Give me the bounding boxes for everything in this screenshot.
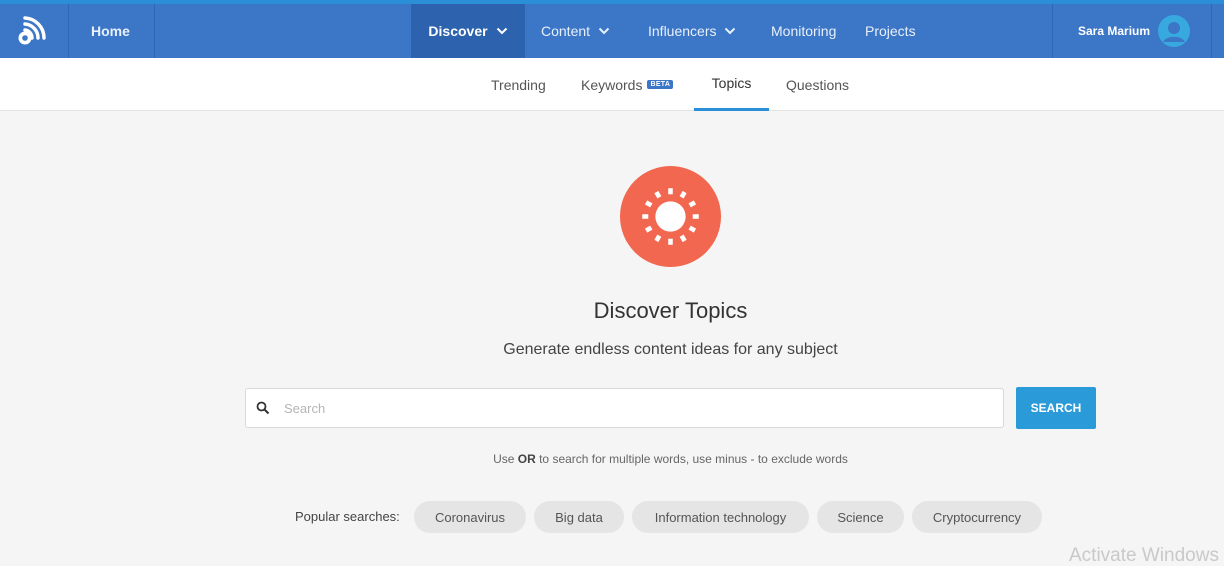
search-hint: Use OR to search for multiple words, use… <box>0 452 1224 466</box>
nav-home[interactable]: Home <box>91 4 130 58</box>
tab-questions[interactable]: Questions <box>786 58 849 111</box>
nav-influencers-label: Influencers <box>648 23 717 39</box>
top-navbar: Home Discover Content Influencers Monito… <box>0 0 1224 58</box>
windows-activation-watermark: Activate Windows <box>1069 545 1219 566</box>
hint-suffix: to search for multiple words, use minus … <box>535 452 848 466</box>
tab-questions-label: Questions <box>786 76 850 93</box>
popular-search-chip[interactable]: Information technology <box>632 501 809 533</box>
nav-projects-label: Projects <box>865 23 916 39</box>
app-logo-icon[interactable] <box>0 4 68 58</box>
nav-monitoring-label: Monitoring <box>771 23 837 39</box>
search-input[interactable] <box>284 389 994 427</box>
nav-projects[interactable]: Projects <box>865 4 916 58</box>
sun-icon <box>620 166 721 267</box>
tab-trending[interactable]: Trending <box>491 58 546 111</box>
tab-trending-label: Trending <box>491 76 546 93</box>
search-box <box>245 388 1004 428</box>
user-name[interactable]: Sara Marium <box>1078 4 1150 58</box>
hint-prefix: Use <box>493 452 518 466</box>
chevron-down-icon <box>725 27 736 35</box>
popular-search-chip[interactable]: Coronavirus <box>414 501 526 533</box>
tab-topics-label: Topics <box>711 75 752 91</box>
sub-navbar: Trending Keywords BETA Topics Questions <box>0 58 1224 111</box>
popular-search-chip[interactable]: Cryptocurrency <box>912 501 1042 533</box>
page-subtitle: Generate endless content ideas for any s… <box>503 341 838 358</box>
nav-home-label: Home <box>91 23 130 39</box>
chevron-down-icon <box>598 27 610 35</box>
avatar-icon[interactable] <box>1158 15 1190 47</box>
nav-discover[interactable]: Discover <box>411 4 525 58</box>
popular-search-chip[interactable]: Big data <box>534 501 624 533</box>
page-title: Discover Topics <box>593 298 748 323</box>
chevron-down-icon <box>496 27 507 35</box>
nav-content-label: Content <box>541 23 591 39</box>
nav-content[interactable]: Content <box>541 4 610 58</box>
tab-topics[interactable]: Topics <box>694 58 769 111</box>
nav-discover-label: Discover <box>428 23 488 39</box>
tab-keywords-label: Keywords <box>581 76 643 93</box>
popular-search-chip[interactable]: Science <box>817 501 904 533</box>
search-icon <box>256 401 270 415</box>
search-button[interactable]: SEARCH <box>1016 387 1096 429</box>
tab-keywords[interactable]: Keywords BETA <box>581 58 674 111</box>
popular-searches-label: Popular searches: <box>295 509 400 524</box>
nav-monitoring[interactable]: Monitoring <box>771 4 836 58</box>
nav-influencers[interactable]: Influencers <box>648 4 736 58</box>
hint-bold: OR <box>517 452 536 466</box>
beta-badge: BETA <box>647 80 674 89</box>
